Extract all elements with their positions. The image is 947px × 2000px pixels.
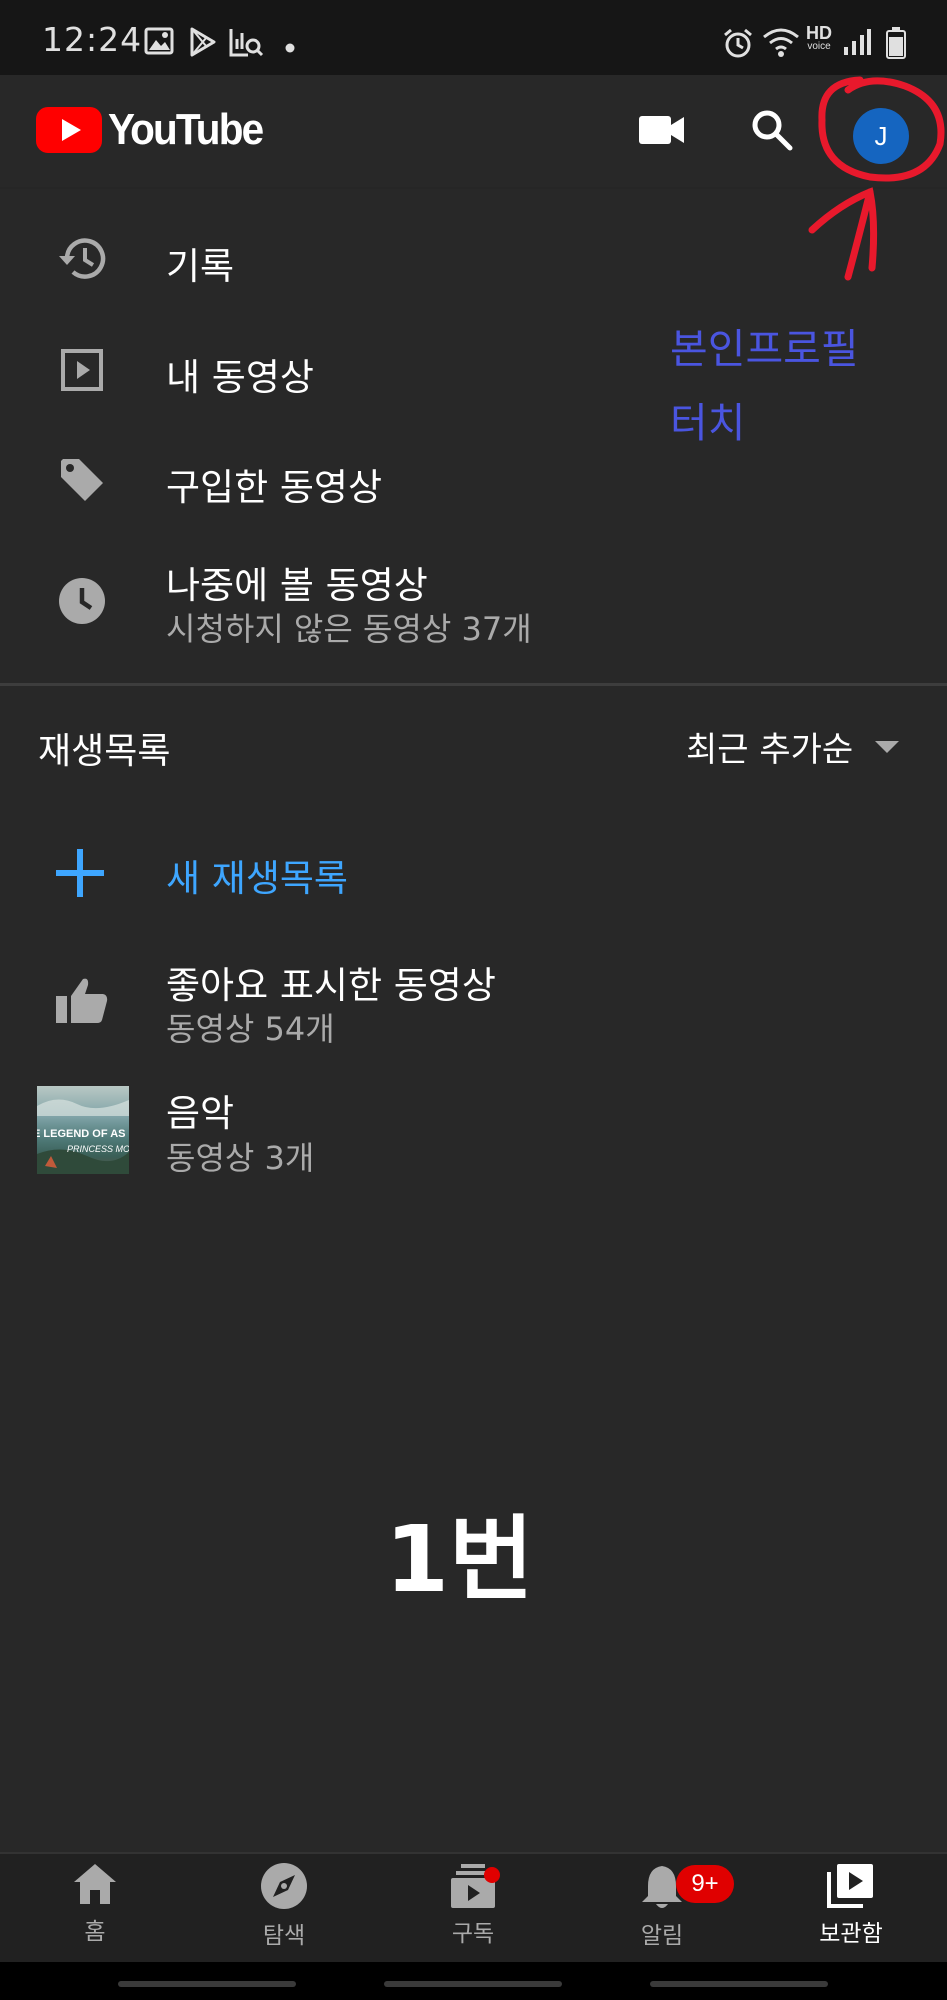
nav-label: 홈	[84, 1919, 106, 1945]
wifi-icon	[762, 27, 800, 61]
nav-subscriptions[interactable]: 구독	[398, 1862, 548, 1948]
dot-icon	[285, 38, 295, 57]
compass-icon	[261, 1863, 307, 1909]
library-item-label: 구입한 동영상	[166, 466, 383, 509]
annotation-circle-arrow	[808, 76, 945, 281]
home-icon	[74, 1864, 116, 1904]
nav-explore[interactable]: 탐색	[209, 1862, 359, 1950]
notification-badge: 9+	[676, 1865, 734, 1903]
nav-label: 알림	[640, 1923, 684, 1949]
chart-search-icon	[228, 27, 264, 61]
thumbs-up-icon	[56, 974, 108, 1026]
annotation-line-1: 본인프로필	[670, 325, 859, 373]
playlist-title: 음악	[166, 1092, 235, 1135]
library-item-subtitle: 시청하지 않은 동영상 37개	[166, 610, 532, 648]
search-icon[interactable]	[750, 108, 794, 156]
voice-label: voice	[807, 41, 831, 52]
sort-label: 최근 추가순	[686, 730, 854, 770]
history-icon	[56, 232, 108, 284]
nav-label: 구독	[451, 1921, 495, 1947]
youtube-wordmark: YouTube	[108, 105, 264, 154]
thumbnail-text-1: E LEGEND OF AS	[37, 1128, 126, 1140]
youtube-logo[interactable]: YouTube	[36, 105, 276, 155]
library-icon	[827, 1864, 873, 1908]
section-divider	[0, 683, 947, 686]
image-icon	[144, 27, 174, 59]
battery-icon	[886, 27, 906, 63]
nav-label: 보관함	[819, 1921, 883, 1947]
library-item-label: 기록	[166, 245, 235, 288]
playlists-heading: 재생목록	[38, 731, 171, 772]
camera-icon[interactable]	[639, 113, 685, 151]
gesture-pill	[118, 1981, 296, 1987]
alarm-icon	[722, 27, 754, 63]
nav-label: 탐색	[262, 1923, 306, 1949]
tag-icon	[56, 454, 108, 506]
new-playlist-label: 새 재생목록	[166, 857, 348, 900]
new-content-dot	[484, 1867, 500, 1883]
annotation-step-number: 1번	[385, 1506, 534, 1613]
clock-icon	[56, 575, 108, 627]
playlist-subtitle: 동영상 54개	[166, 1010, 335, 1048]
youtube-play-logo-icon	[36, 107, 102, 153]
caret-down-icon	[875, 740, 900, 753]
plus-icon	[54, 847, 106, 899]
gesture-pill	[650, 1981, 828, 1987]
nav-home[interactable]: 홈	[20, 1862, 170, 1946]
playlist-title: 좋아요 표시한 동영상	[166, 964, 496, 1007]
sort-dropdown[interactable]: 최근 추가순	[686, 722, 900, 771]
annotation-text: 본인프로필 터치	[670, 312, 859, 460]
status-time: 12:24	[42, 20, 143, 59]
playlist-thumbnail: E LEGEND OF AS PRINCESS MO	[37, 1086, 129, 1174]
library-item-label: 나중에 볼 동영상	[166, 564, 428, 607]
nav-library[interactable]: 보관함	[776, 1862, 926, 1948]
hd-voice-icon: HD voice	[806, 24, 832, 52]
thumbnail-text-2: PRINCESS MO	[67, 1144, 129, 1154]
hd-label: HD	[806, 23, 832, 43]
signal-icon	[842, 27, 872, 61]
annotation-line-2: 터치	[670, 399, 746, 447]
library-item-label: 내 동영상	[166, 356, 314, 399]
playlist-subtitle: 동영상 3개	[166, 1139, 315, 1177]
play-store-icon	[188, 27, 218, 61]
gesture-pill	[384, 1981, 562, 1987]
video-icon	[56, 344, 108, 396]
